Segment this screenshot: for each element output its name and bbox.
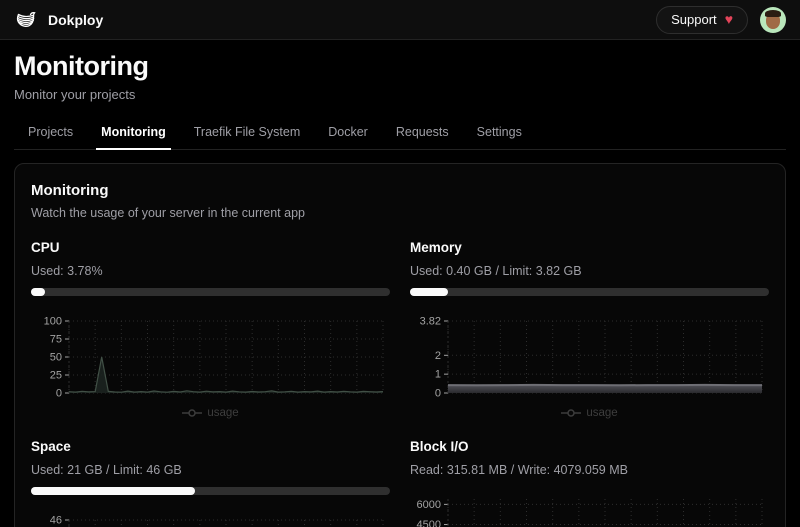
support-button-label: Support — [671, 12, 717, 27]
cpu-usage-text: Used: 3.78% — [31, 264, 390, 278]
cpu-chart-legend: usage — [31, 407, 390, 419]
space-progress-fill — [31, 487, 195, 495]
svg-text:3.82: 3.82 — [420, 316, 441, 328]
memory-usage-text: Used: 0.40 GB / Limit: 3.82 GB — [410, 264, 769, 278]
cpu-chart: 100 75 50 25 0 — [31, 315, 389, 401]
top-nav: Dokploy Support ♥ — [0, 0, 800, 40]
svg-text:50: 50 — [50, 352, 62, 364]
tab-bar: Projects Monitoring Traefik File System … — [14, 116, 786, 150]
tab-docker[interactable]: Docker — [314, 116, 382, 149]
legend-line-icon — [182, 408, 202, 418]
metrics-grid: CPU Used: 3.78% 100 75 50 25 0 usage — [31, 220, 769, 527]
tab-projects[interactable]: Projects — [14, 116, 87, 149]
space-chart: 4630150 — [31, 514, 389, 527]
svg-text:4500: 4500 — [417, 519, 441, 527]
avatar-hair — [765, 10, 781, 17]
tab-requests[interactable]: Requests — [382, 116, 463, 149]
user-avatar[interactable] — [760, 7, 786, 33]
memory-chart-wrap: 3.82 2 1 0 usage — [410, 315, 769, 419]
cpu-metric: CPU Used: 3.78% 100 75 50 25 0 usage — [31, 220, 390, 419]
memory-label: Memory — [410, 240, 769, 255]
svg-text:25: 25 — [50, 370, 62, 382]
cpu-label: CPU — [31, 240, 390, 255]
support-button[interactable]: Support ♥ — [656, 6, 748, 34]
card-title: Monitoring — [31, 182, 769, 199]
space-chart-wrap: 4630150 — [31, 514, 390, 527]
page-title: Monitoring — [14, 51, 786, 82]
main-content: Monitoring Monitor your projects Project… — [0, 51, 800, 527]
tab-traefik-file-system[interactable]: Traefik File System — [180, 116, 315, 149]
cpu-progress-bar — [31, 288, 390, 296]
svg-text:0: 0 — [56, 388, 62, 400]
space-progress-bar — [31, 487, 390, 495]
dokploy-whale-logo-icon — [14, 8, 38, 32]
heart-icon: ♥ — [725, 12, 733, 26]
space-usage-text: Used: 21 GB / Limit: 46 GB — [31, 463, 390, 477]
brand-name: Dokploy — [48, 12, 103, 28]
monitoring-card: Monitoring Watch the usage of your serve… — [14, 163, 786, 527]
tab-monitoring[interactable]: Monitoring — [87, 116, 180, 149]
blockio-chart-wrap: 60004500300015000 — [410, 493, 769, 527]
legend-line-icon — [561, 408, 581, 418]
memory-progress-fill — [410, 288, 448, 296]
svg-text:100: 100 — [44, 316, 62, 328]
memory-chart-legend: usage — [410, 407, 769, 419]
space-metric: Space Used: 21 GB / Limit: 46 GB 4630150 — [31, 419, 390, 527]
blockio-label: Block I/O — [410, 439, 769, 454]
page-subtitle: Monitor your projects — [14, 87, 786, 102]
svg-text:1: 1 — [435, 369, 441, 381]
memory-metric: Memory Used: 0.40 GB / Limit: 3.82 GB 3.… — [410, 220, 769, 419]
cpu-progress-fill — [31, 288, 45, 296]
memory-progress-bar — [410, 288, 769, 296]
brand[interactable]: Dokploy — [14, 8, 103, 32]
svg-text:46: 46 — [50, 515, 62, 527]
svg-text:75: 75 — [50, 334, 62, 346]
tab-settings[interactable]: Settings — [463, 116, 536, 149]
cpu-chart-wrap: 100 75 50 25 0 usage — [31, 315, 390, 419]
memory-chart: 3.82 2 1 0 — [410, 315, 768, 401]
blockio-chart: 60004500300015000 — [410, 493, 768, 527]
svg-text:6000: 6000 — [417, 499, 441, 511]
svg-text:2: 2 — [435, 350, 441, 362]
space-label: Space — [31, 439, 390, 454]
blockio-usage-text: Read: 315.81 MB / Write: 4079.059 MB — [410, 463, 769, 477]
cpu-legend-label: usage — [207, 407, 238, 419]
card-description: Watch the usage of your server in the cu… — [31, 206, 769, 220]
memory-legend-label: usage — [586, 407, 617, 419]
nav-right: Support ♥ — [656, 6, 786, 34]
svg-text:0: 0 — [435, 388, 441, 400]
blockio-metric: Block I/O Read: 315.81 MB / Write: 4079.… — [410, 419, 769, 527]
